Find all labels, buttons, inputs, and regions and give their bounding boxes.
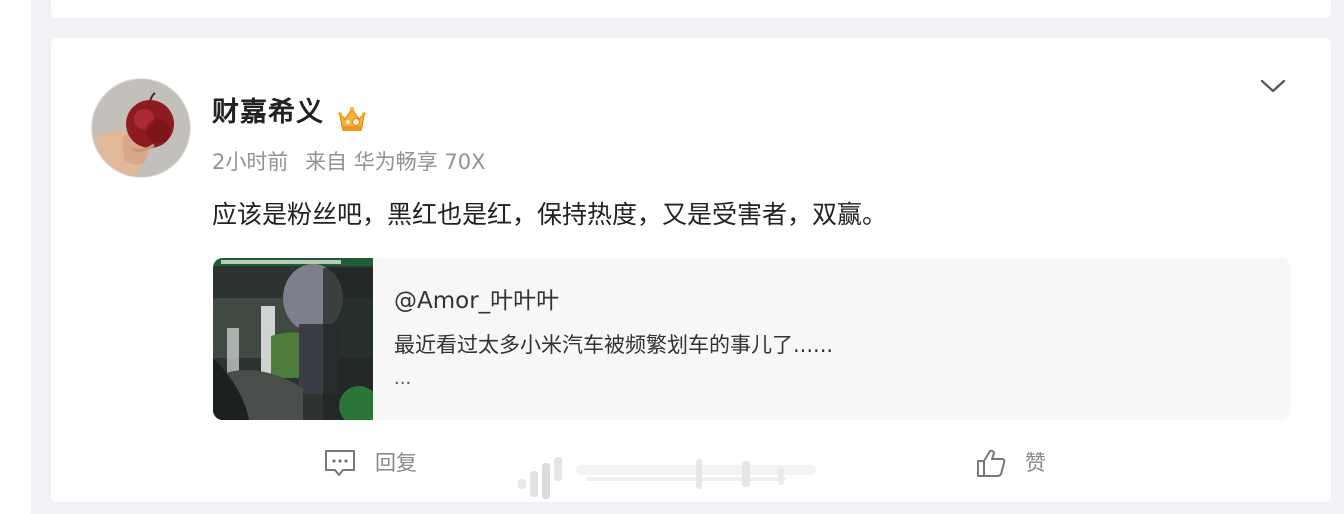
like-button[interactable]: 赞: [975, 445, 1046, 481]
post-time: 2小时前: [212, 150, 289, 174]
thumbs-up-icon: [977, 449, 1006, 477]
avatar-image: [92, 79, 190, 177]
repost-ellipsis: ...: [394, 368, 412, 389]
post-text: 应该是粉丝吧，黑红也是红，保持热度，又是受害者，双赢。: [212, 200, 888, 229]
avatar[interactable]: [91, 78, 191, 178]
like-label: 赞: [1025, 451, 1046, 475]
reply-button[interactable]: 回复: [323, 445, 417, 481]
post-meta: 2小时前 来自 华为畅享 70X: [212, 149, 486, 175]
repost-text: 最近看过太多小米汽车被频繁划车的事儿了......: [394, 333, 834, 357]
repost-username[interactable]: @Amor_叶叶叶: [394, 286, 559, 316]
post-source: 来自 华为畅享 70X: [305, 150, 486, 174]
repost-thumbnail[interactable]: [213, 258, 373, 420]
previous-post-card: [51, 0, 1331, 18]
loading-indicator: [518, 457, 816, 499]
crown-icon: [338, 107, 366, 131]
reply-label: 回复: [375, 451, 417, 475]
post-card: 财嘉希义 2小时前 来自 华为畅享 70X 应该是粉丝吧，黑红也是红，保持热度，…: [51, 38, 1331, 502]
chevron-down-icon[interactable]: [1260, 76, 1286, 96]
comment-icon: [325, 450, 355, 476]
username[interactable]: 财嘉希义: [212, 97, 324, 129]
repost-card[interactable]: @Amor_叶叶叶 最近看过太多小米汽车被频繁划车的事儿了...... ...: [213, 258, 1291, 420]
